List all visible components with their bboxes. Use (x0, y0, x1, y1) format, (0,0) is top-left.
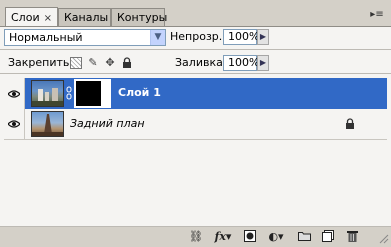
opacity-slider-arrow-icon[interactable]: ▶ (257, 29, 269, 45)
divider (24, 78, 25, 109)
new-layer-icon[interactable] (320, 230, 336, 244)
blend-mode-select[interactable]: Нормальный ▼ (4, 29, 166, 46)
panel-menu-icon[interactable]: ▸≡ (369, 8, 385, 22)
fill-slider-arrow-icon[interactable]: ▶ (257, 55, 269, 71)
lock-all-icon[interactable] (121, 57, 133, 69)
lock-label: Закрепить: (8, 56, 74, 69)
trash-icon[interactable] (344, 230, 360, 244)
lock-icon (345, 118, 355, 130)
tab-layers[interactable]: Слои × (5, 7, 58, 27)
lock-brush-icon[interactable]: ✎ (87, 57, 99, 69)
link-icon[interactable]: ⛓ (188, 230, 204, 244)
fx-icon[interactable]: fx▾ (212, 230, 234, 244)
layer-name[interactable]: Слой 1 (118, 86, 161, 100)
chain-link-icon[interactable] (66, 86, 72, 100)
opacity-label: Непрозр.: (170, 30, 226, 43)
fill-input[interactable]: 100% (223, 55, 259, 71)
resize-grip-icon[interactable] (379, 234, 389, 244)
layers-panel: Слои × Каналы Контуры ▸≡ Нормальный ▼ Неп… (0, 0, 391, 246)
tab-paths[interactable]: Контуры (111, 8, 168, 26)
tab-layers-label: Слои (11, 11, 40, 24)
eye-icon[interactable] (4, 78, 24, 109)
blend-mode-value: Нормальный (9, 31, 83, 44)
adjustment-icon[interactable]: ◐▾ (266, 230, 286, 244)
mask-icon[interactable] (242, 230, 258, 244)
layer-row-background[interactable]: Задний план (4, 109, 387, 140)
tab-strip: Слои × Каналы Контуры ▸≡ (0, 0, 391, 27)
lock-move-icon[interactable]: ✥ (104, 57, 116, 69)
layer-row-layer1[interactable]: Слой 1 (4, 78, 387, 109)
layer-thumbnail[interactable] (31, 80, 64, 107)
tab-paths-label: Контуры (117, 11, 168, 24)
fill-label: Заливка: (175, 56, 227, 69)
layer-thumbnail[interactable] (31, 111, 64, 137)
chevron-down-icon[interactable]: ▼ (150, 30, 165, 45)
layer-mask-thumbnail[interactable] (74, 79, 111, 108)
tab-channels[interactable]: Каналы (58, 8, 111, 26)
divider (0, 73, 391, 74)
bottom-toolbar: ⛓ fx▾ ◐▾ (0, 226, 391, 246)
opacity-input[interactable]: 100% (223, 29, 259, 45)
eye-icon[interactable] (4, 109, 24, 139)
layer-name[interactable]: Задний план (70, 117, 145, 131)
divider (0, 49, 391, 50)
divider (24, 109, 25, 139)
lock-transparency-icon[interactable] (70, 57, 82, 69)
tab-channels-label: Каналы (64, 11, 109, 24)
group-icon[interactable] (296, 230, 312, 244)
